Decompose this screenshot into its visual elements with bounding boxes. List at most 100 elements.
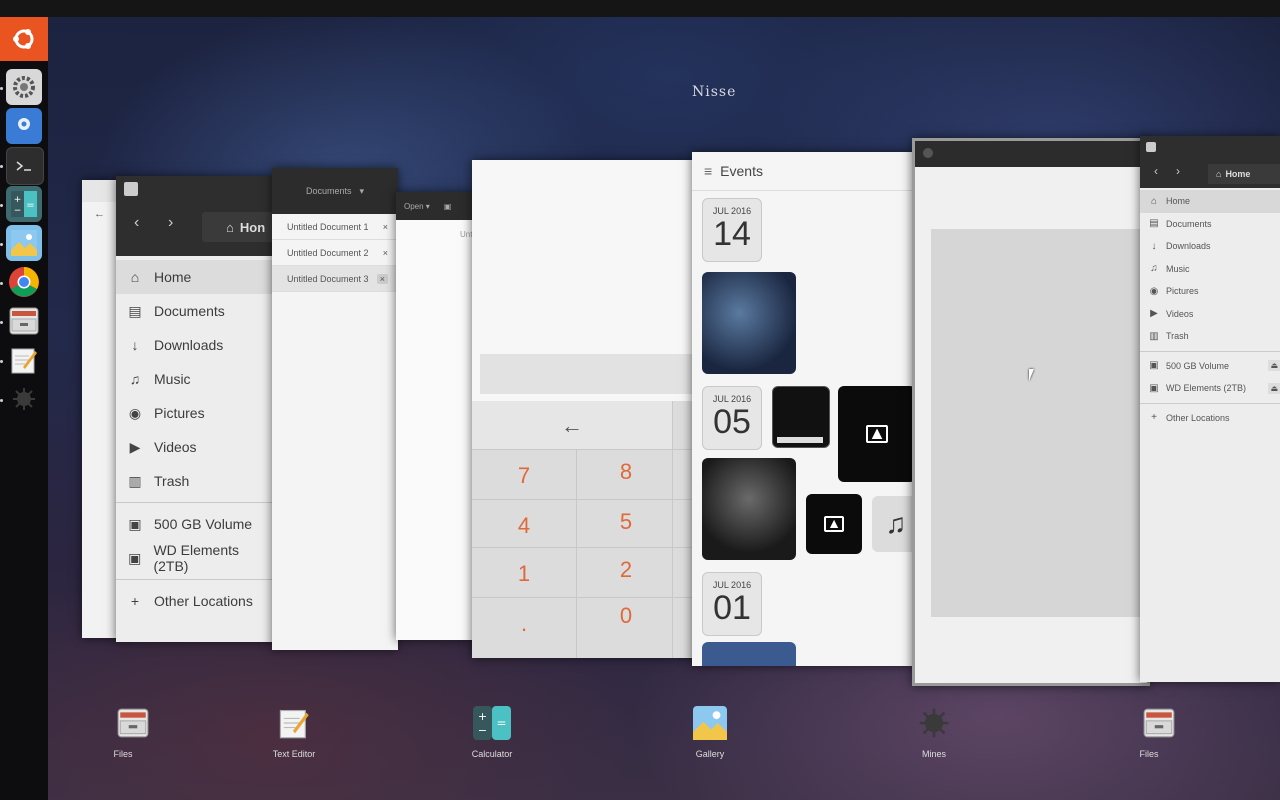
sidebar-item-label: Pictures	[1166, 286, 1199, 297]
forward-button[interactable]: ›	[1176, 164, 1180, 178]
event-date[interactable]: JUL 2016 14	[702, 198, 762, 262]
music-note-icon: ♫	[885, 508, 907, 539]
photo-thumbnail[interactable]	[772, 386, 830, 448]
dock-item-mines[interactable]: Mines	[894, 706, 974, 759]
files-window-2[interactable]: ‹ › ⌂ Home ⌂ Home ▤ Documents ↓ Downloads ♫…	[1140, 136, 1280, 682]
photo-thumbnail[interactable]	[702, 458, 796, 560]
sidebar-item-other-locations[interactable]: + Other Locations	[116, 584, 274, 618]
sidebar-item-downloads[interactable]: ↓ Downloads	[116, 328, 274, 362]
settings-launcher-item[interactable]	[6, 69, 42, 105]
sidebar-item-home[interactable]: ⌂ Home	[116, 260, 274, 294]
terminal-launcher-item[interactable]	[6, 147, 44, 185]
document-tab[interactable]: Untitled Document 2 ×	[272, 240, 398, 266]
sidebar-item-volume[interactable]: ▣ 500 GB Volume ⏏	[1140, 355, 1280, 378]
dock-item-calculator[interactable]: + − = Calculator	[452, 706, 532, 759]
dock-item-files[interactable]: Files	[93, 706, 173, 759]
sidebar-item-volume[interactable]: ▣ WD Elements (2TB) ⏏	[1140, 377, 1280, 400]
text-editor-window[interactable]: Documents ▾ Untitled Document 1 × Untitled…	[272, 168, 398, 650]
chrome-launcher-item[interactable]	[6, 264, 42, 300]
gear-icon	[13, 76, 35, 98]
music-icon: ♫	[1150, 263, 1158, 275]
sidebar-item-music[interactable]: ♫ Music	[1140, 258, 1280, 281]
sidebar-item-documents[interactable]: ▤ Documents	[116, 294, 274, 328]
maps-launcher-item[interactable]	[6, 108, 42, 144]
close-icon[interactable]: ×	[383, 222, 388, 232]
forward-button[interactable]: ›	[168, 214, 173, 232]
sidebar-item-label: WD Elements (2TB)	[1166, 383, 1247, 394]
key-decimal[interactable]: .	[472, 611, 576, 637]
image-placeholder[interactable]: ▲	[838, 386, 916, 482]
document-tab-label: Untitled Document 2	[287, 247, 369, 258]
sidebar-item-trash[interactable]: ▥ Trash	[1140, 325, 1280, 348]
sidebar-item-label: Downloads	[154, 337, 224, 353]
text-editor-launcher-item[interactable]	[6, 342, 42, 378]
sidebar-item-downloads[interactable]: ↓ Downloads	[1140, 235, 1280, 258]
sidebar-item-label: Other Locations	[1166, 412, 1230, 423]
hamburger-menu-icon[interactable]: ≡	[704, 163, 712, 179]
sidebar-item-label: 500 GB Volume	[1166, 360, 1230, 371]
eject-icon[interactable]: ⏏	[1268, 360, 1280, 372]
sidebar-item-videos[interactable]: ▶ Videos	[116, 430, 274, 464]
back-button[interactable]: ‹	[1154, 164, 1158, 178]
running-indicator	[0, 243, 3, 246]
key-2[interactable]: 2	[576, 557, 676, 583]
documents-menu-button[interactable]: Documents ▾	[272, 168, 398, 214]
files-launcher-item[interactable]	[6, 303, 42, 339]
dock-item-text-editor[interactable]: Text Editor	[254, 706, 334, 759]
sidebar-item-volume[interactable]: ▣ WD Elements (2TB)	[116, 541, 274, 575]
calculator-window[interactable]: ← 7 8 4 5 1 2 . 0	[472, 160, 694, 658]
dock-item-label: Mines	[921, 749, 946, 759]
path-bar[interactable]: ⌂ Home	[1208, 164, 1280, 184]
gallery-launcher-item[interactable]	[6, 225, 42, 261]
mines-launcher-item[interactable]	[6, 381, 42, 417]
key-7[interactable]: 7	[472, 463, 576, 489]
photo-thumbnail[interactable]	[702, 642, 796, 666]
sidebar-item-other-locations[interactable]: + Other Locations	[1140, 407, 1280, 430]
eject-icon[interactable]: ⏏	[1268, 382, 1280, 394]
gallery-window[interactable]: ≡ Events JUL 2016 14 JUL 2016 05 ▲ ▲ ♫ JUL…	[692, 152, 916, 666]
key-5[interactable]: 5	[576, 509, 676, 535]
key-0[interactable]: 0	[576, 603, 676, 629]
document-tab-label: Untitled Document 1	[287, 221, 369, 232]
calculator-launcher-item[interactable]: + − =	[6, 186, 42, 222]
sidebar-item-trash[interactable]: ▥ Trash	[116, 464, 274, 498]
sidebar-item-pictures[interactable]: ◉ Pictures	[1140, 280, 1280, 303]
sidebar-item-documents[interactable]: ▤ Documents	[1140, 213, 1280, 236]
event-date[interactable]: JUL 2016 05	[702, 386, 762, 450]
drive-icon: ▣	[1149, 382, 1159, 394]
svg-text:−: −	[478, 724, 487, 737]
image-placeholder[interactable]: ▲	[806, 494, 862, 554]
mines-window[interactable]	[912, 138, 1150, 686]
dock-item-files[interactable]: Files	[1119, 706, 1199, 759]
music-thumbnail[interactable]: ♫	[872, 496, 916, 552]
new-document-icon[interactable]: ▣	[444, 202, 452, 211]
event-date[interactable]: JUL 2016 01	[702, 572, 762, 636]
document-tab-active[interactable]: Untitled Document 3 ×	[272, 266, 398, 292]
home-icon: ⌂	[226, 219, 234, 235]
key-8[interactable]: 8	[576, 459, 676, 485]
document-tab[interactable]: Untitled Document 1 ×	[272, 214, 398, 240]
ubuntu-logo-button[interactable]	[0, 17, 48, 61]
map-pin-icon	[18, 118, 30, 130]
text-editor-content-window[interactable]: Open ▾ ▣ Unti	[396, 192, 476, 640]
back-button[interactable]: ‹	[134, 214, 139, 232]
key-1[interactable]: 1	[472, 561, 576, 587]
sidebar-item-videos[interactable]: ▶ Videos	[1140, 303, 1280, 326]
sidebar-item-home[interactable]: ⌂ Home	[1140, 190, 1280, 213]
minefield-board[interactable]	[931, 229, 1147, 617]
sidebar-item-label: Downloads	[1166, 241, 1211, 252]
calculator-app-icon: +−=	[473, 706, 511, 740]
sidebar-item-volume[interactable]: ▣ 500 GB Volume	[116, 507, 274, 541]
close-icon[interactable]: ×	[383, 248, 388, 258]
sidebar-item-music[interactable]: ♫ Music	[116, 362, 274, 396]
close-icon[interactable]: ×	[376, 273, 388, 284]
files-window[interactable]: ‹ › ⌂ Hon ⌂ Home ▤ Documents ↓ Downloads ♫ M…	[116, 176, 274, 642]
dock-item-gallery[interactable]: Gallery	[670, 706, 750, 759]
key-4[interactable]: 4	[472, 513, 576, 539]
path-bar[interactable]: ⌂ Hon	[202, 212, 274, 242]
open-button[interactable]: Open ▾	[404, 202, 430, 211]
back-icon[interactable]: ←	[94, 208, 105, 220]
photo-thumbnail[interactable]	[702, 272, 796, 374]
sidebar-item-pictures[interactable]: ◉ Pictures	[116, 396, 274, 430]
backspace-key[interactable]: ←	[472, 413, 672, 439]
